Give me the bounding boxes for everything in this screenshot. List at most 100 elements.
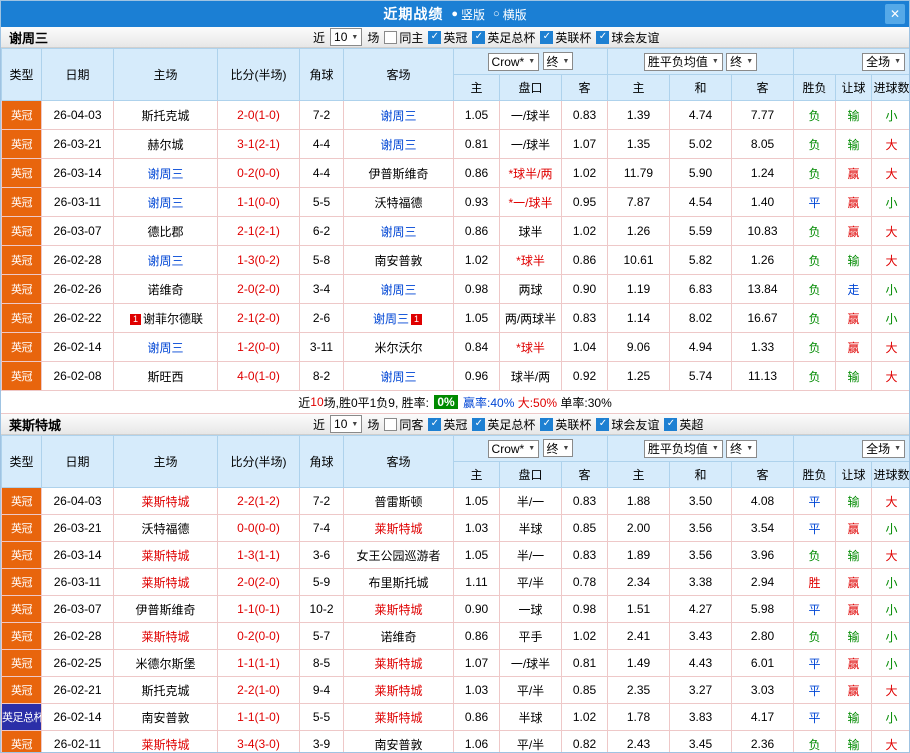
home-team-name[interactable]: 斯托克城 — [141, 109, 189, 123]
league-checkbox[interactable]: ✓ 英联杯 — [540, 416, 591, 433]
draw-odds-cell: 5.59 — [669, 216, 732, 246]
home-win-odds-cell: 2.35 — [607, 676, 670, 704]
away-team-name[interactable]: 莱斯特城 — [374, 711, 422, 725]
away-win-odds-cell: 11.13 — [730, 361, 795, 391]
away-team-name[interactable]: 谢周三 — [373, 312, 409, 326]
away-team-name[interactable]: 莱斯特城 — [374, 522, 422, 536]
col-header-date: 日期 — [41, 435, 114, 488]
handicap-time-select[interactable]: 终 ▼ — [542, 439, 574, 458]
away-team-name[interactable]: 南安普敦 — [374, 254, 422, 268]
draw-odds-cell: 3.43 — [669, 622, 732, 650]
team-section-bar: 莱斯特城 近 10 ▼ 场 同客 ✓ 英冠 ✓ 英足总杯 ✓ 英联杯 ✓ 球会友谊… — [1, 414, 909, 435]
away-team-name[interactable]: 谢周三 — [380, 370, 416, 384]
handicap-away-odds-cell: 1.02 — [561, 216, 608, 246]
home-team-name[interactable]: 莱斯特城 — [141, 549, 189, 563]
league-checkbox[interactable]: ✓ 英足总杯 — [472, 416, 535, 433]
odds-type-select[interactable]: 胜平负均值 ▼ — [643, 439, 723, 458]
away-team-name[interactable]: 普雷斯顿 — [374, 495, 422, 509]
layout-radio-vertical[interactable]: ● 竖版 — [451, 6, 485, 23]
result-cell: 平 — [793, 595, 837, 623]
away-team-name[interactable]: 谢周三 — [380, 283, 416, 297]
handicap-result-cell: 赢 — [835, 568, 873, 596]
home-team-name[interactable]: 斯托克城 — [141, 684, 189, 698]
home-team-name[interactable]: 莱斯特城 — [141, 576, 189, 590]
away-team-name[interactable]: 女王公园巡游者 — [356, 549, 440, 563]
home-team-name[interactable]: 谢周三 — [147, 341, 183, 355]
caret-down-icon: ▼ — [528, 58, 536, 66]
goals-result-cell: 大 — [871, 541, 909, 569]
home-team-name[interactable]: 谢周三 — [147, 167, 183, 181]
away-win-odds-cell: 3.96 — [730, 541, 795, 569]
draw-odds-cell: 4.54 — [669, 187, 732, 217]
home-team-name[interactable]: 德比郡 — [147, 225, 183, 239]
radio-horizontal-label: 横版 — [502, 7, 527, 22]
home-team-name[interactable]: 米德尔斯堡 — [135, 657, 195, 671]
away-team-name[interactable]: 莱斯特城 — [374, 603, 422, 617]
away-team-name[interactable]: 莱斯特城 — [374, 684, 422, 698]
bookmaker-select[interactable]: Crow* ▼ — [487, 52, 540, 71]
home-team-name[interactable]: 莱斯特城 — [141, 495, 189, 509]
home-win-odds-cell: 1.26 — [607, 216, 670, 246]
home-team-name[interactable]: 南安普敦 — [141, 711, 189, 725]
home-team-name[interactable]: 谢周三 — [147, 254, 183, 268]
away-team-name[interactable]: 莱斯特城 — [374, 657, 422, 671]
odds-type-value: 胜平负均值 — [647, 55, 708, 69]
league-checkbox[interactable]: ✓ 球会友谊 — [596, 29, 659, 46]
away-team-name[interactable]: 谢周三 — [380, 138, 416, 152]
league-checkbox-label: 球会友谊 — [611, 417, 660, 432]
league-type-cell: 英冠 — [1, 361, 42, 391]
home-team-name[interactable]: 莱斯特城 — [141, 738, 189, 752]
home-team-name[interactable]: 谢菲尔德联 — [143, 312, 203, 326]
scope-select[interactable]: 全场 ▼ — [862, 52, 906, 71]
handicap-group-header: Crow* ▼ 终 ▼ — [453, 435, 608, 462]
home-team-name[interactable]: 伊普斯维奇 — [135, 603, 195, 617]
close-button[interactable]: ✕ — [885, 4, 905, 24]
same-venue-checkbox[interactable]: 同主 — [384, 29, 423, 46]
away-team-cell: 莱斯特城 — [343, 703, 454, 731]
radio-unselected-icon: ○ — [493, 7, 500, 20]
col-header-date: 日期 — [41, 48, 114, 101]
odds-type-select[interactable]: 胜平负均值 ▼ — [643, 52, 723, 71]
bookmaker-select[interactable]: Crow* ▼ — [487, 439, 540, 458]
col-header-goals: 进球数 — [871, 461, 909, 488]
home-team-name[interactable]: 沃特福德 — [141, 522, 189, 536]
caret-down-icon: ▼ — [351, 33, 359, 41]
league-checkbox[interactable]: ✓ 球会友谊 — [596, 416, 659, 433]
away-team-name[interactable]: 诺维奇 — [380, 630, 416, 644]
home-team-name[interactable]: 斯旺西 — [147, 370, 183, 384]
corner-cell: 8-2 — [299, 361, 344, 391]
league-checkbox[interactable]: ✓ 英冠 — [428, 416, 467, 433]
away-team-name[interactable]: 谢周三 — [380, 225, 416, 239]
away-team-name[interactable]: 沃特福德 — [374, 196, 422, 210]
away-team-name[interactable]: 伊普斯维奇 — [368, 167, 428, 181]
match-row: 英冠 26-02-11 莱斯特城 3-4(3-0) 3-9 南安普敦 1.06 … — [1, 730, 909, 752]
home-team-name[interactable]: 诺维奇 — [147, 283, 183, 297]
home-team-name[interactable]: 谢周三 — [147, 196, 183, 210]
handicap-result-cell: 输 — [835, 361, 873, 391]
scope-value: 全场 — [866, 442, 891, 456]
handicap-away-odds-cell: 1.02 — [561, 703, 608, 731]
odds-time-select[interactable]: 终 ▼ — [726, 439, 758, 458]
away-win-odds-cell: 8.05 — [730, 129, 795, 159]
same-venue-checkbox[interactable]: 同客 — [384, 416, 423, 433]
league-checkbox[interactable]: ✓ 英足总杯 — [472, 29, 535, 46]
away-team-name[interactable]: 谢周三 — [380, 109, 416, 123]
home-team-name[interactable]: 莱斯特城 — [141, 630, 189, 644]
home-team-name[interactable]: 赫尔城 — [147, 138, 183, 152]
league-checkbox[interactable]: ✓ 英超 — [664, 416, 703, 433]
result-cell: 胜 — [793, 568, 837, 596]
date-cell: 26-03-14 — [41, 158, 114, 188]
layout-radio-horizontal[interactable]: ○ 横版 — [493, 6, 527, 23]
scope-group-header: 全场 ▼ — [793, 435, 909, 462]
league-checkbox[interactable]: ✓ 英冠 — [428, 29, 467, 46]
handicap-time-select[interactable]: 终 ▼ — [542, 52, 574, 71]
rounds-select[interactable]: 10 ▼ — [330, 415, 363, 433]
scope-select[interactable]: 全场 ▼ — [862, 439, 906, 458]
away-team-name[interactable]: 米尔沃尔 — [374, 341, 422, 355]
league-checkbox[interactable]: ✓ 英联杯 — [540, 29, 591, 46]
league-type-cell: 英足总杯 — [1, 703, 42, 731]
odds-time-select[interactable]: 终 ▼ — [726, 52, 758, 71]
rounds-select[interactable]: 10 ▼ — [330, 28, 363, 46]
away-team-name[interactable]: 南安普敦 — [374, 738, 422, 752]
away-team-name[interactable]: 布里斯托城 — [368, 576, 428, 590]
